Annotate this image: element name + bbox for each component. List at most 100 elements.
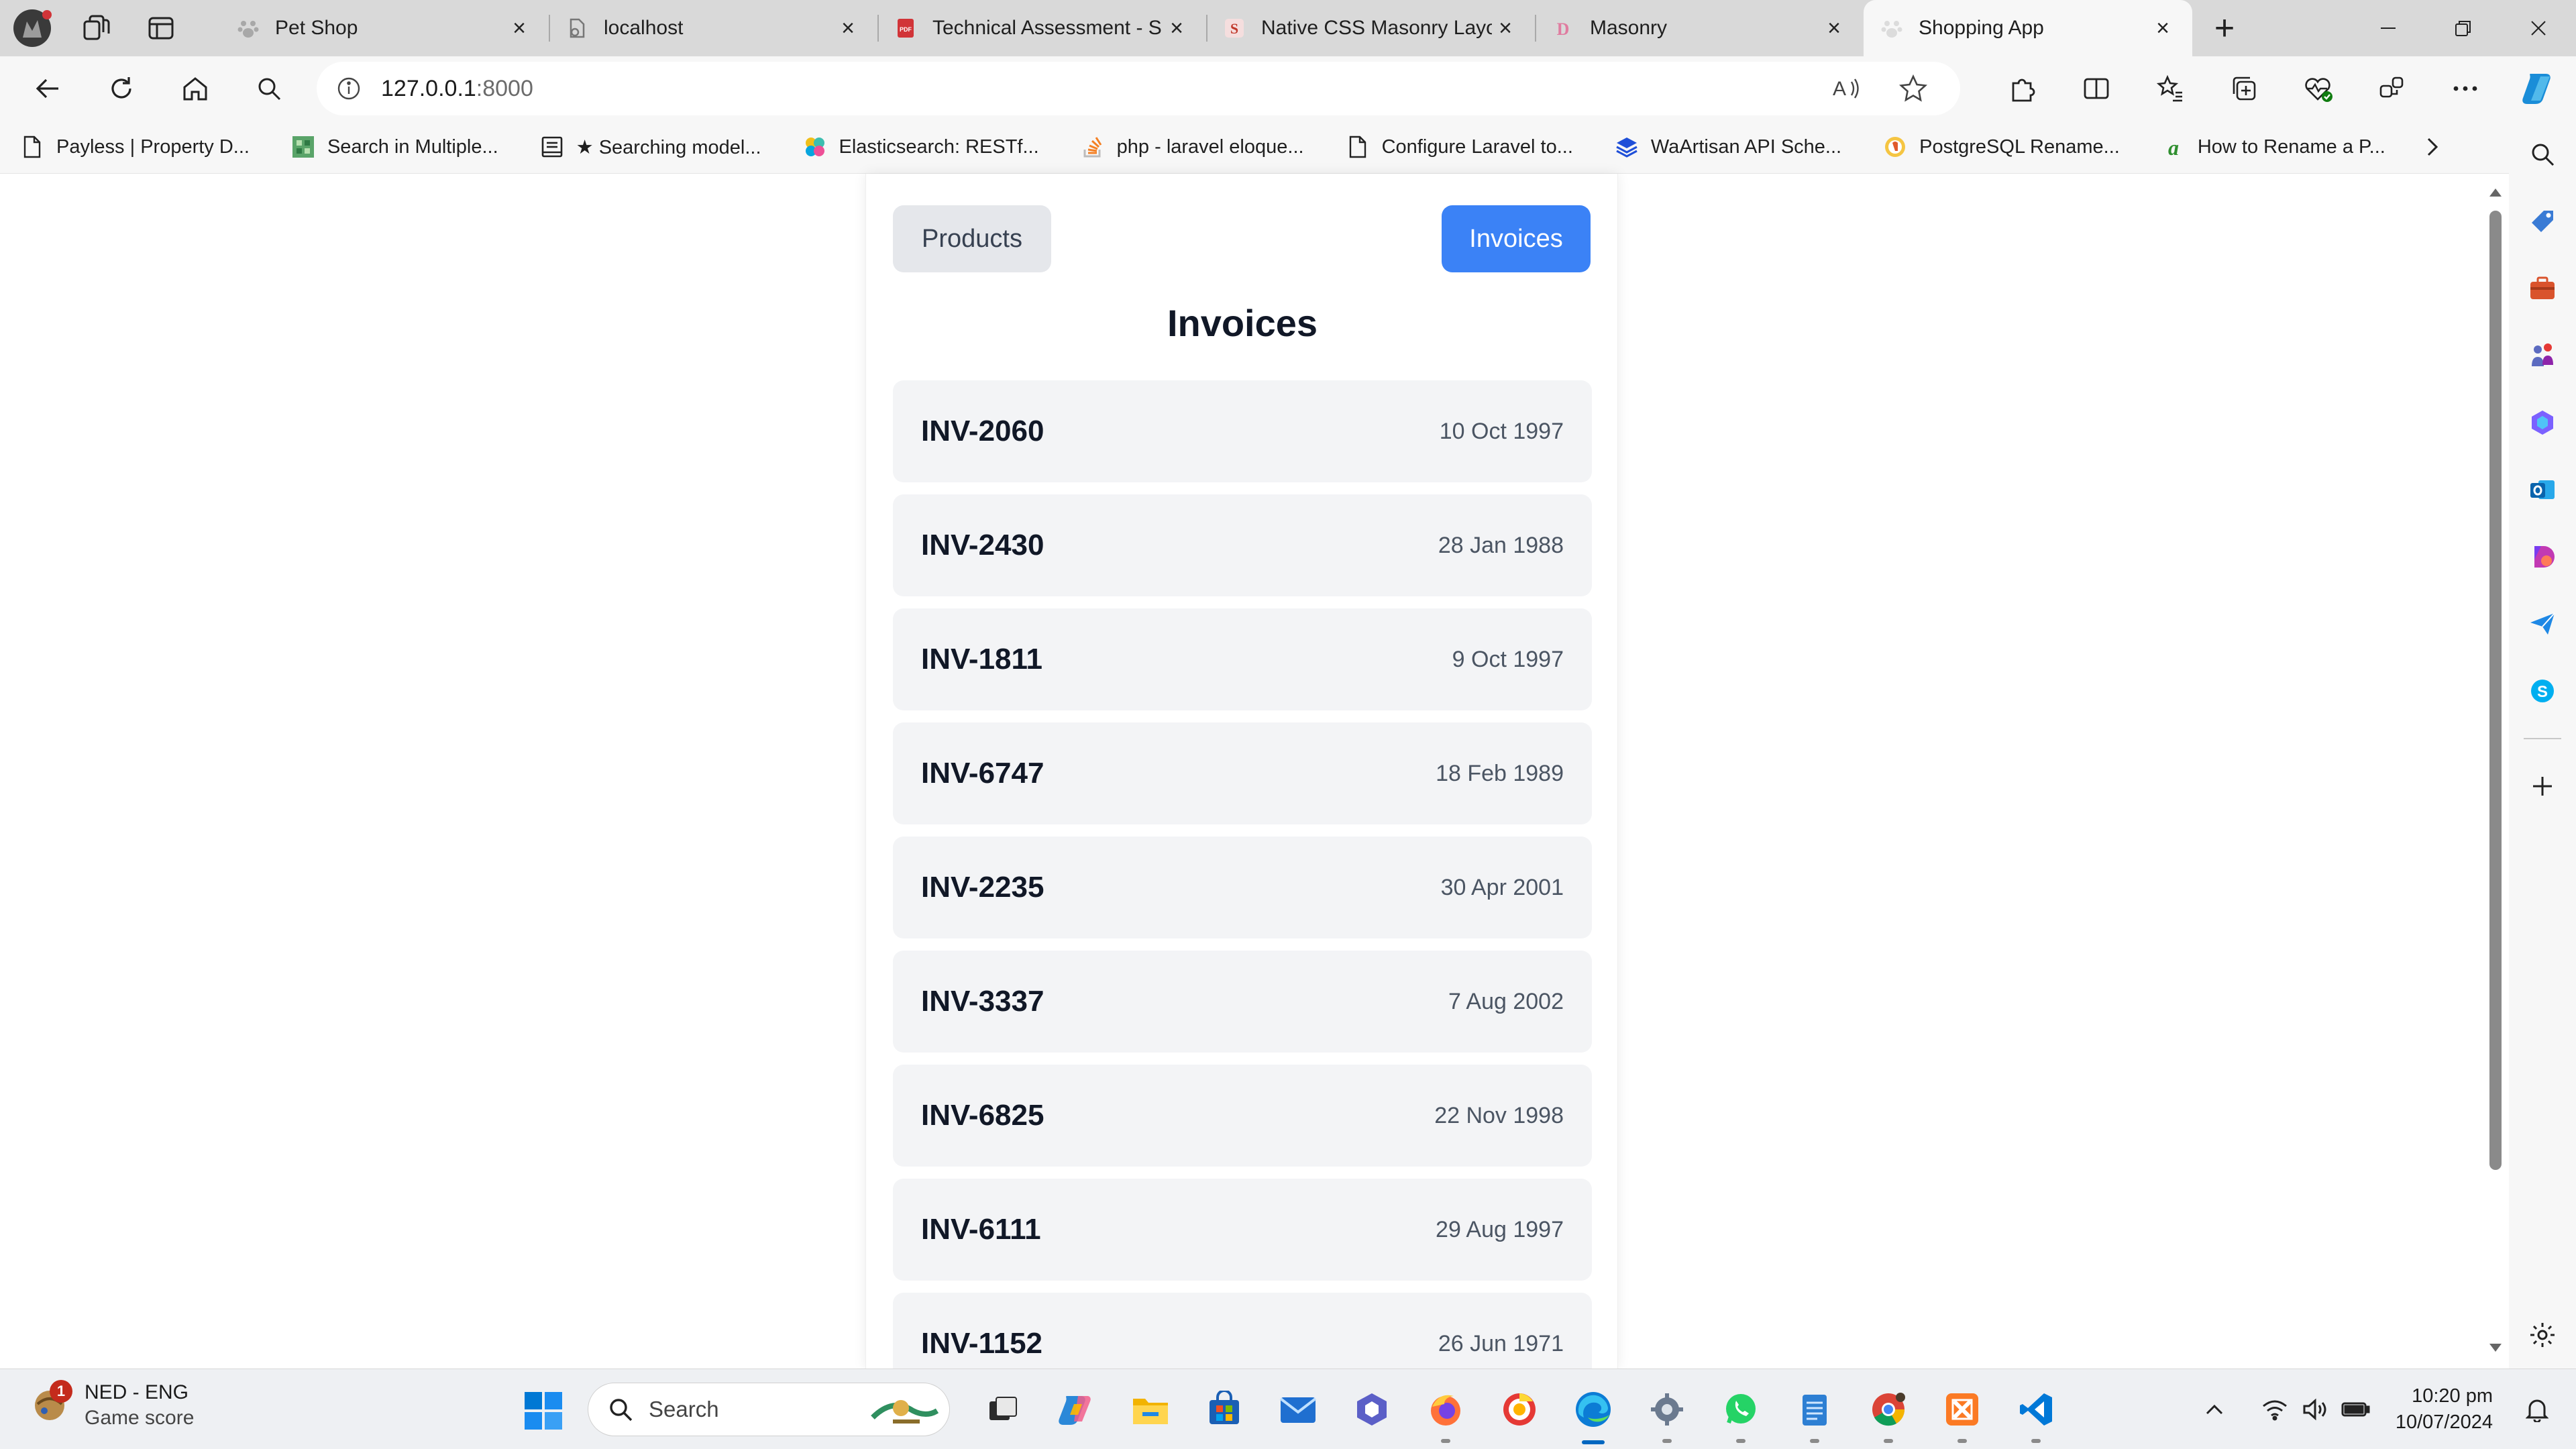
address-bar[interactable]: 127.0.0.1:8000 A <box>317 62 1960 115</box>
copilot-icon[interactable] <box>1040 1369 1114 1449</box>
close-tab-icon[interactable]: × <box>1821 15 1847 42</box>
outlook-icon[interactable] <box>2509 456 2576 523</box>
xampp-icon[interactable] <box>1925 1369 1999 1449</box>
add-icon[interactable] <box>2509 753 2576 820</box>
task-view-icon[interactable] <box>966 1369 1040 1449</box>
close-window-icon[interactable] <box>2501 0 2576 56</box>
skype-icon[interactable]: S <box>2509 657 2576 724</box>
chevron-right-icon[interactable] <box>2422 121 2442 173</box>
bookmark-item[interactable]: PostgreSQL Rename... <box>1882 133 2120 160</box>
invoices-button[interactable]: Invoices <box>1442 205 1591 272</box>
close-tab-icon[interactable]: × <box>506 15 533 42</box>
connections-icon[interactable] <box>2355 56 2428 121</box>
minimize-icon[interactable] <box>2351 0 2426 56</box>
settings-gear-icon[interactable] <box>1630 1369 1704 1449</box>
close-tab-icon[interactable]: × <box>1492 15 1519 42</box>
clock-date: 10/07/2024 <box>2395 1411 2493 1433</box>
close-tab-icon[interactable]: × <box>2149 15 2176 42</box>
read-aloud-icon[interactable]: A <box>1813 75 1880 102</box>
taskbar-search[interactable]: Search <box>588 1383 950 1436</box>
invoice-row[interactable]: INV-6111 29 Aug 1997 <box>893 1179 1592 1281</box>
invoice-row[interactable]: INV-6747 18 Feb 1989 <box>893 722 1592 824</box>
designer-icon[interactable] <box>2509 523 2576 590</box>
scroll-up-arrow-icon[interactable] <box>2487 184 2504 201</box>
bookmark-item[interactable]: Payless | Property D... <box>19 133 250 160</box>
chrome-like-icon[interactable] <box>1483 1369 1556 1449</box>
chevron-up-icon[interactable] <box>2194 1403 2235 1416</box>
restore-icon[interactable] <box>2426 0 2501 56</box>
d-logo-icon: D <box>1551 16 1575 40</box>
bookmark-item[interactable]: ★ Searching model... <box>539 133 761 160</box>
vertical-tabs-icon[interactable] <box>129 0 193 56</box>
whatsapp-icon[interactable] <box>1704 1369 1778 1449</box>
favorites-icon[interactable] <box>2133 56 2207 121</box>
favorite-star-icon[interactable] <box>1880 74 1947 103</box>
new-tab-button[interactable]: + <box>2192 0 2257 56</box>
home-icon[interactable] <box>158 56 232 121</box>
scrollbar-thumb[interactable] <box>2489 211 2502 1170</box>
page-scrollbar[interactable] <box>2482 174 2509 1369</box>
refresh-icon[interactable] <box>85 56 158 121</box>
microsoft-365-icon[interactable] <box>2509 389 2576 456</box>
tab-pet-shop[interactable]: Pet Shop × <box>220 0 549 56</box>
invoice-number: INV-3337 <box>921 985 1044 1018</box>
split-screen-icon[interactable] <box>2059 56 2133 121</box>
bookmark-item[interactable]: Configure Laravel to... <box>1344 133 1573 160</box>
bookmark-label: WaArtisan API Sche... <box>1650 136 1842 158</box>
site-info-icon[interactable] <box>317 76 381 101</box>
mail-icon[interactable] <box>1261 1369 1335 1449</box>
tab-localhost[interactable]: localhost × <box>549 0 877 56</box>
invoice-row[interactable]: INV-2060 10 Oct 1997 <box>893 380 1592 482</box>
tab-native-css-masonry[interactable]: S Native CSS Masonry Layo × <box>1206 0 1535 56</box>
shopping-tag-icon[interactable] <box>2509 188 2576 255</box>
search-icon[interactable] <box>232 56 306 121</box>
close-tab-icon[interactable]: × <box>835 15 861 42</box>
widget-title: NED - ENG <box>85 1381 189 1403</box>
firefox-icon[interactable] <box>1409 1369 1483 1449</box>
tab-title: localhost <box>604 17 684 39</box>
games-icon[interactable] <box>2509 322 2576 389</box>
tab-technical-assessment[interactable]: PDF Technical Assessment - S × <box>877 0 1206 56</box>
tab-masonry[interactable]: D Masonry × <box>1535 0 1864 56</box>
system-clock[interactable]: 10:20 pm 10/07/2024 <box>2396 1383 2493 1436</box>
battery-icon[interactable] <box>2335 1399 2375 1419</box>
bookmark-item[interactable]: a How to Rename a P... <box>2160 133 2385 160</box>
extensions-icon[interactable] <box>1986 56 2059 121</box>
profile-avatar[interactable] <box>0 0 64 56</box>
invoice-row[interactable]: INV-3337 7 Aug 2002 <box>893 951 1592 1053</box>
products-button[interactable]: Products <box>893 205 1051 272</box>
tab-shopping-app[interactable]: Shopping App × <box>1864 0 2192 56</box>
scroll-down-arrow-icon[interactable] <box>2487 1340 2504 1356</box>
microsoft-store-icon[interactable] <box>1187 1369 1261 1449</box>
bookmark-item[interactable]: WaArtisan API Sche... <box>1613 133 1841 160</box>
browser-essentials-icon[interactable] <box>2281 56 2355 121</box>
google-chrome-icon[interactable] <box>1851 1369 1925 1449</box>
more-options-icon[interactable] <box>2428 56 2502 121</box>
edge-browser-icon[interactable] <box>1556 1369 1630 1449</box>
bookmark-item[interactable]: Elasticsearch: RESTf... <box>802 133 1039 160</box>
invoice-row[interactable]: INV-1811 9 Oct 1997 <box>893 608 1592 710</box>
send-icon[interactable] <box>2509 590 2576 657</box>
tools-briefcase-icon[interactable] <box>2509 255 2576 322</box>
close-tab-icon[interactable]: × <box>1163 15 1190 42</box>
notepad-icon[interactable] <box>1778 1369 1851 1449</box>
back-icon[interactable] <box>11 56 85 121</box>
volume-icon[interactable] <box>2295 1398 2335 1421</box>
wifi-icon[interactable] <box>2255 1398 2295 1421</box>
windows-start-icon[interactable] <box>523 1391 564 1431</box>
bookmark-item[interactable]: php - laravel eloque... <box>1079 133 1304 160</box>
collections-icon[interactable] <box>2207 56 2281 121</box>
workspaces-icon[interactable] <box>64 0 129 56</box>
widgets-button[interactable]: 1 NED - ENG Game score <box>30 1380 194 1430</box>
invoice-row[interactable]: INV-6825 22 Nov 1998 <box>893 1065 1592 1167</box>
bookmark-item[interactable]: Search in Multiple... <box>290 133 498 160</box>
file-explorer-icon[interactable] <box>1114 1369 1187 1449</box>
copilot-icon[interactable] <box>2502 56 2576 121</box>
vscode-icon[interactable] <box>1999 1369 2073 1449</box>
search-icon[interactable] <box>2509 121 2576 188</box>
settings-gear-icon[interactable] <box>2509 1301 2576 1368</box>
m365-copilot-icon[interactable] <box>1335 1369 1409 1449</box>
invoice-row[interactable]: INV-2430 28 Jan 1988 <box>893 494 1592 596</box>
notification-bell-icon[interactable] <box>2517 1397 2557 1422</box>
invoice-row[interactable]: INV-2235 30 Apr 2001 <box>893 837 1592 938</box>
